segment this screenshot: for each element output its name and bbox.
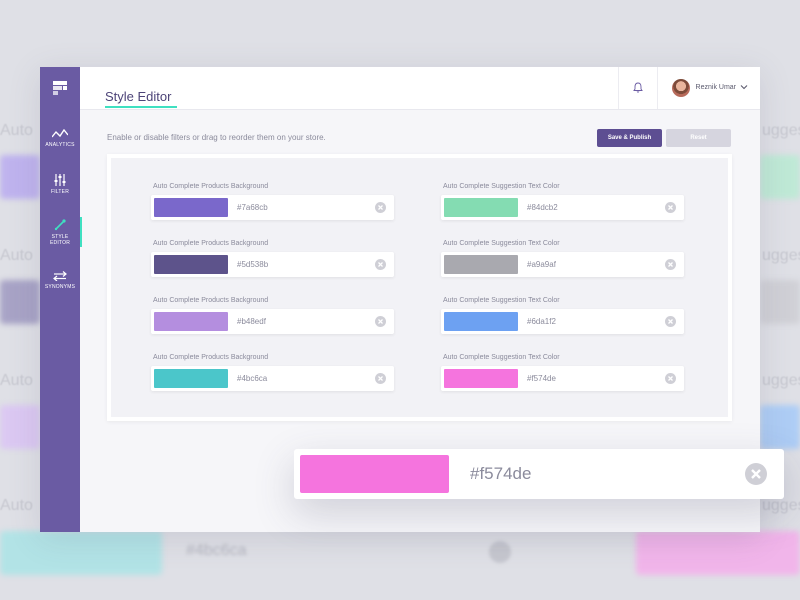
bg-swatch (0, 531, 162, 575)
bg-label: ugges (762, 122, 800, 139)
clear-icon[interactable] (375, 373, 386, 384)
color-swatch[interactable] (154, 312, 228, 331)
field-label: Auto Complete Products Background (153, 297, 269, 304)
sidebar-item-label: STYLE EDITOR (50, 234, 70, 246)
bg-hex: #4bc6ca (186, 542, 247, 559)
instructions-text: Enable or disable filters or drag to reo… (107, 133, 326, 142)
bg-clear-icon (489, 541, 511, 563)
color-swatch[interactable] (154, 255, 228, 274)
sidebar-item-label: FILTER (50, 189, 70, 195)
reset-button[interactable]: Reset (666, 129, 731, 147)
bg-label: ugges (762, 497, 800, 514)
avatar[interactable] (672, 79, 690, 97)
bell-icon (633, 82, 643, 93)
clear-icon[interactable] (745, 463, 767, 485)
color-field[interactable]: #f574de (441, 366, 684, 391)
color-field[interactable]: #7a68cb (151, 195, 394, 220)
color-swatch[interactable] (154, 369, 228, 388)
color-field[interactable]: #b48edf (151, 309, 394, 334)
user-name[interactable]: Reznik Umar (696, 84, 736, 91)
sidebar-item-analytics[interactable]: ANALYTICS (40, 129, 80, 148)
color-field[interactable]: #84dcb2 (441, 195, 684, 220)
hex-value[interactable]: #4bc6ca (237, 374, 267, 383)
page-title: Style Editor (105, 89, 172, 104)
bg-label: Auto (0, 372, 33, 389)
save-publish-button[interactable]: Save & Publish (597, 129, 662, 147)
field-label: Auto Complete Suggestion Text Color (443, 354, 560, 361)
clear-icon[interactable] (375, 316, 386, 327)
hex-value[interactable]: #a9a9af (527, 260, 556, 269)
bg-swatch (0, 405, 40, 449)
style-fields-card: Auto Complete Products Background #7a68c… (107, 154, 732, 421)
field-label: Auto Complete Products Background (153, 354, 269, 361)
bg-swatch (0, 280, 40, 324)
notifications-button[interactable] (618, 67, 658, 109)
bg-swatch (760, 155, 800, 199)
field-label: Auto Complete Products Background (153, 183, 269, 190)
top-bar: Style Editor Reznik Umar (80, 67, 760, 110)
bg-swatch (760, 405, 800, 449)
color-field[interactable]: #4bc6ca (151, 366, 394, 391)
color-swatch[interactable] (444, 369, 518, 388)
sidebar-item-label: SYNONYMS (44, 284, 76, 290)
sidebar-item-synonyms[interactable]: SYNONYMS (40, 271, 80, 290)
logo-icon (53, 81, 67, 95)
field-label: Auto Complete Products Background (153, 240, 269, 247)
clear-icon[interactable] (375, 202, 386, 213)
hex-value[interactable]: #b48edf (237, 317, 266, 326)
color-swatch[interactable] (444, 255, 518, 274)
color-swatch[interactable] (300, 455, 449, 493)
filter-icon (54, 174, 66, 186)
active-indicator (80, 217, 82, 247)
bg-label: Auto (0, 247, 33, 264)
color-field[interactable]: #5d538b (151, 252, 394, 277)
hex-value[interactable]: #5d538b (237, 260, 268, 269)
synonyms-icon (53, 271, 67, 281)
bg-label: Auto (0, 122, 33, 139)
clear-icon[interactable] (665, 373, 676, 384)
bg-swatch (760, 280, 800, 324)
style-editor-icon (54, 219, 66, 231)
field-label: Auto Complete Suggestion Text Color (443, 183, 560, 190)
title-underline (105, 106, 177, 108)
hex-value[interactable]: #84dcb2 (527, 203, 558, 212)
bg-label: Auto (0, 497, 33, 514)
color-swatch[interactable] (444, 312, 518, 331)
hex-value[interactable]: #f574de (527, 374, 556, 383)
sidebar: ANALYTICS FILTER STYLE EDITOR SYNONYMS (40, 67, 82, 532)
analytics-icon (52, 129, 68, 138)
field-label: Auto Complete Suggestion Text Color (443, 240, 560, 247)
hex-value[interactable]: #7a68cb (237, 203, 268, 212)
sidebar-item-style-editor[interactable]: STYLE EDITOR (40, 219, 80, 246)
color-swatch[interactable] (444, 198, 518, 217)
color-field[interactable]: #a9a9af (441, 252, 684, 277)
zoomed-color-field[interactable]: #f574de (294, 449, 784, 499)
clear-icon[interactable] (665, 202, 676, 213)
field-label: Auto Complete Suggestion Text Color (443, 297, 560, 304)
bg-swatch (636, 531, 800, 575)
clear-icon[interactable] (665, 316, 676, 327)
chevron-down-icon[interactable] (740, 83, 748, 91)
clear-icon[interactable] (375, 259, 386, 270)
clear-icon[interactable] (665, 259, 676, 270)
sidebar-item-label: ANALYTICS (45, 142, 75, 148)
bg-swatch (0, 155, 40, 199)
color-field[interactable]: #6da1f2 (441, 309, 684, 334)
hex-value[interactable]: #6da1f2 (527, 317, 556, 326)
bg-label: ugges (762, 247, 800, 264)
hex-value[interactable]: #f574de (470, 464, 531, 484)
color-swatch[interactable] (154, 198, 228, 217)
bg-label: ugges (762, 372, 800, 389)
sidebar-item-filter[interactable]: FILTER (40, 174, 80, 195)
